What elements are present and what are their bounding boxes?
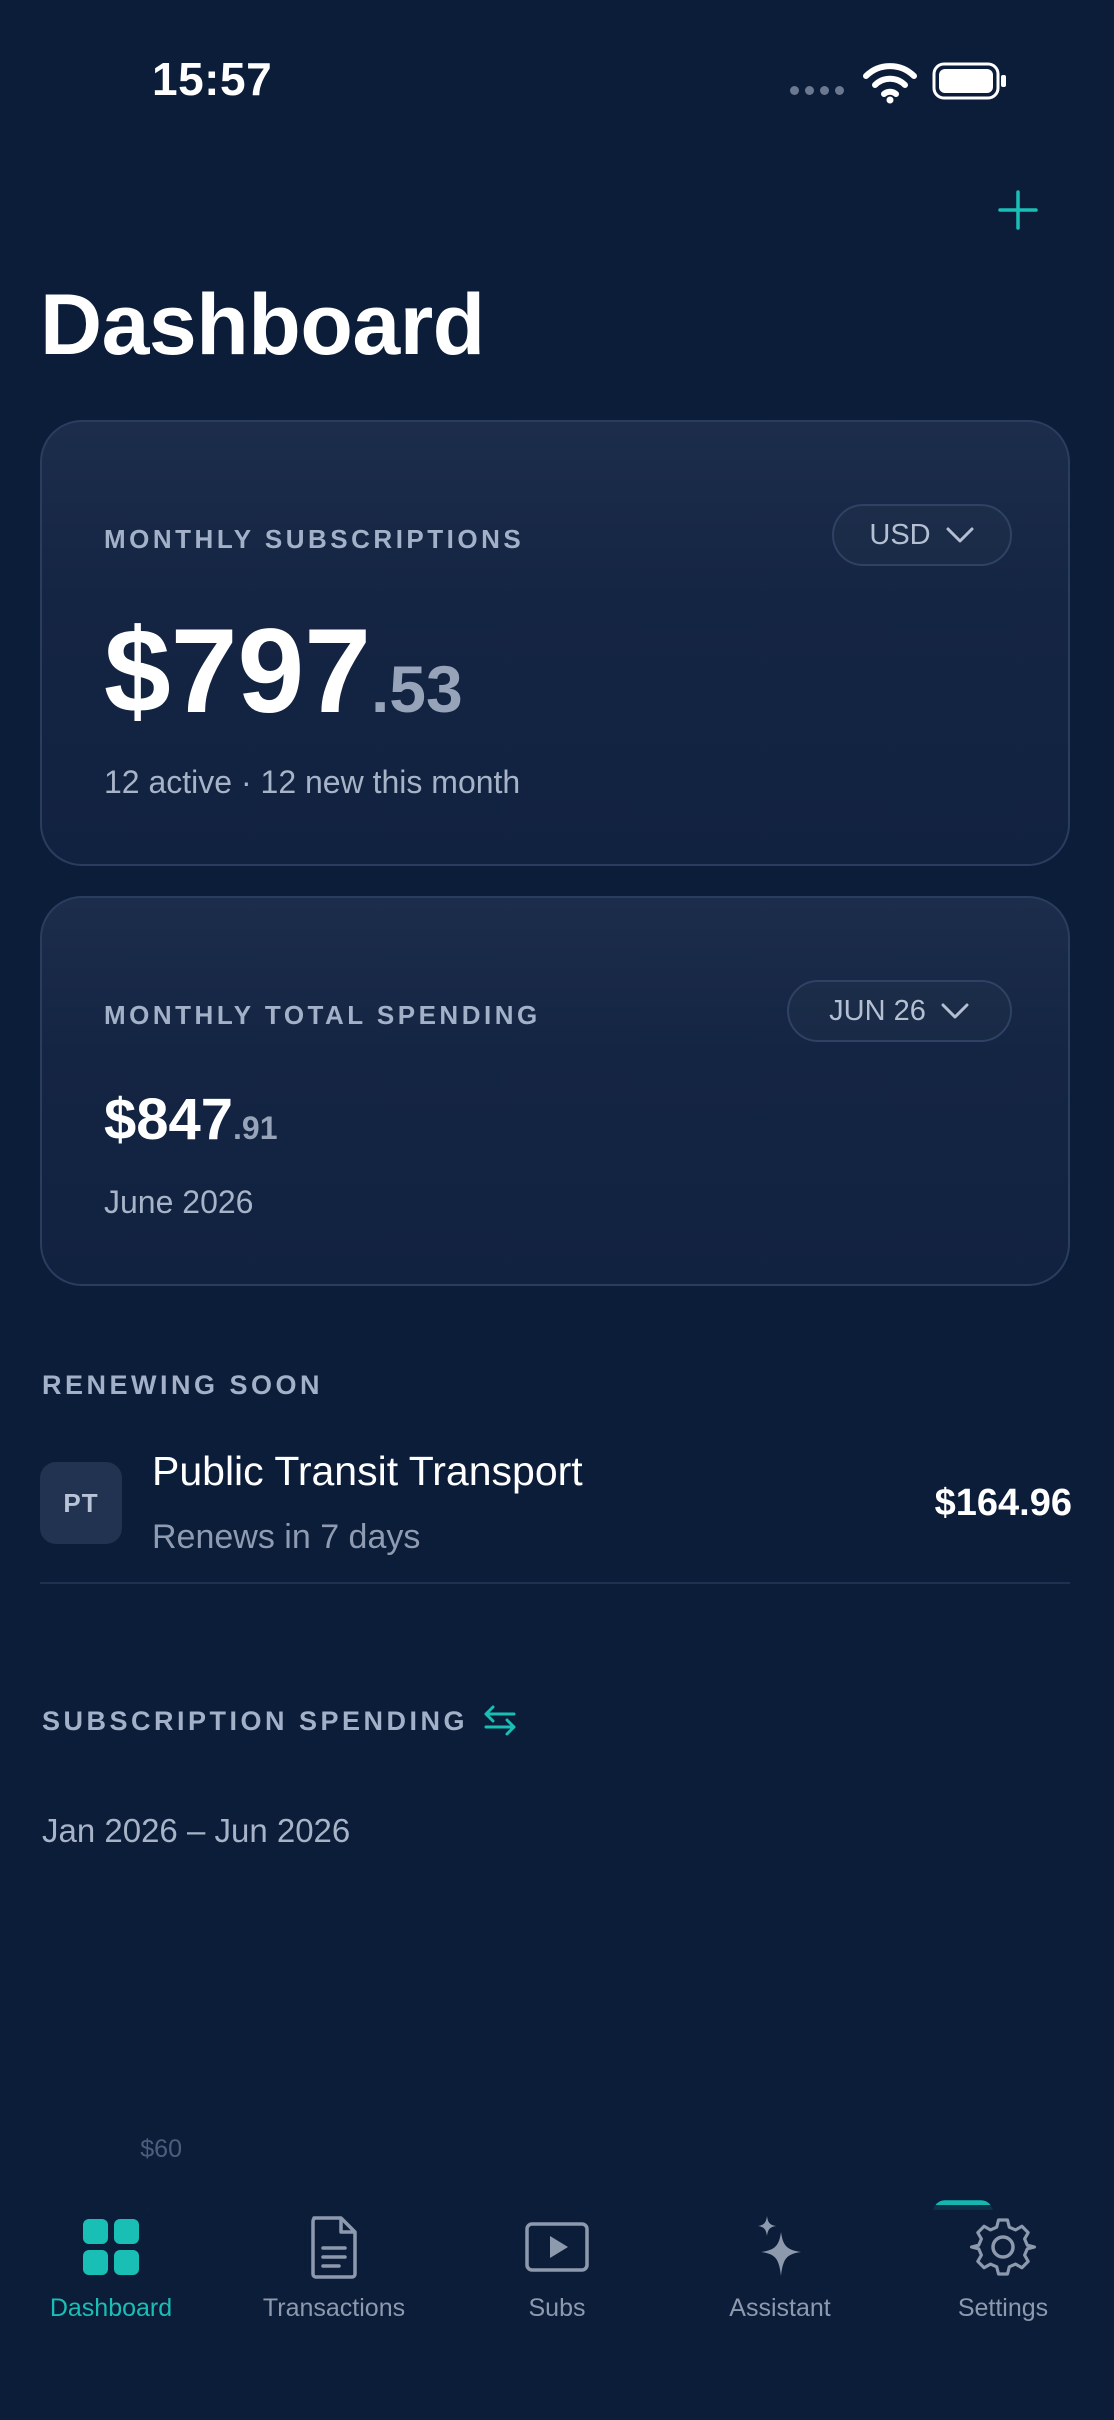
- tab-assistant[interactable]: Assistant: [680, 2212, 880, 2323]
- renewing-soon-heading: RENEWING SOON: [42, 1370, 324, 1400]
- currency-dropdown[interactable]: USD: [832, 504, 1012, 566]
- renewal-amount: $164.96: [934, 1482, 1072, 1524]
- tab-subs[interactable]: Subs: [457, 2212, 657, 2323]
- period-dropdown[interactable]: JUN 26: [787, 980, 1012, 1042]
- grid-icon: [83, 2219, 139, 2275]
- tab-label: Dashboard: [49, 2294, 173, 2322]
- subscriptions-amount: $797.53: [104, 604, 463, 738]
- y-tick-label: $60: [140, 2135, 182, 2163]
- period-value: JUN 26: [829, 994, 926, 1027]
- subscription-spending-heading: SUBSCRIPTION SPENDING: [42, 1706, 469, 1736]
- tab-transactions[interactable]: Transactions: [234, 2212, 434, 2323]
- card-label: MONTHLY SUBSCRIPTIONS: [104, 524, 525, 554]
- monthly-subscriptions-card[interactable]: MONTHLY SUBSCRIPTIONS USD $797.53 12 act…: [40, 420, 1070, 866]
- chart-date-range: Jan 2026 – Jun 2026: [42, 1812, 351, 1849]
- add-subscription-button[interactable]: [994, 186, 1042, 234]
- spending-amount: $847.91: [104, 1087, 278, 1152]
- divider: [40, 1582, 1070, 1584]
- play-icon: [525, 2222, 589, 2272]
- renewal-name: Public Transit Transport: [152, 1448, 583, 1494]
- currency-value: USD: [869, 518, 931, 551]
- spending-month: June 2026: [104, 1184, 254, 1220]
- subscription-spending-chart: $60$40$20: [140, 2135, 993, 2210]
- tab-label: Subs: [528, 2294, 586, 2322]
- wifi-icon: [863, 63, 917, 104]
- plus-icon: [998, 190, 1038, 230]
- status-time: 15:57: [152, 53, 273, 105]
- chevron-down-icon: [941, 1003, 969, 1019]
- page-title: Dashboard: [40, 277, 485, 373]
- gear-icon: [969, 2218, 1037, 2276]
- card-label: MONTHLY TOTAL SPENDING: [104, 1000, 541, 1030]
- renewal-note: Renews in 7 days: [152, 1518, 421, 1556]
- tab-label: Transactions: [262, 2294, 406, 2322]
- avatar: PT: [40, 1462, 122, 1544]
- tab-label: Assistant: [729, 2294, 831, 2322]
- monthly-spending-card[interactable]: MONTHLY TOTAL SPENDING JUN 26 $847.91 Ju…: [40, 896, 1070, 1286]
- tab-label: Settings: [957, 2294, 1049, 2322]
- battery-icon: [932, 62, 1006, 100]
- tab-dashboard[interactable]: Dashboard: [11, 2212, 211, 2323]
- sparkle-icon: [758, 2216, 801, 2276]
- document-icon: [311, 2216, 357, 2279]
- subscriptions-summary: 12 active · 12 new this month: [104, 764, 521, 800]
- cellular-signal-icon: [790, 86, 844, 95]
- chevron-down-icon: [946, 527, 974, 543]
- swap-arrows-icon[interactable]: [480, 1700, 520, 1740]
- tab-settings[interactable]: Settings: [903, 2212, 1103, 2323]
